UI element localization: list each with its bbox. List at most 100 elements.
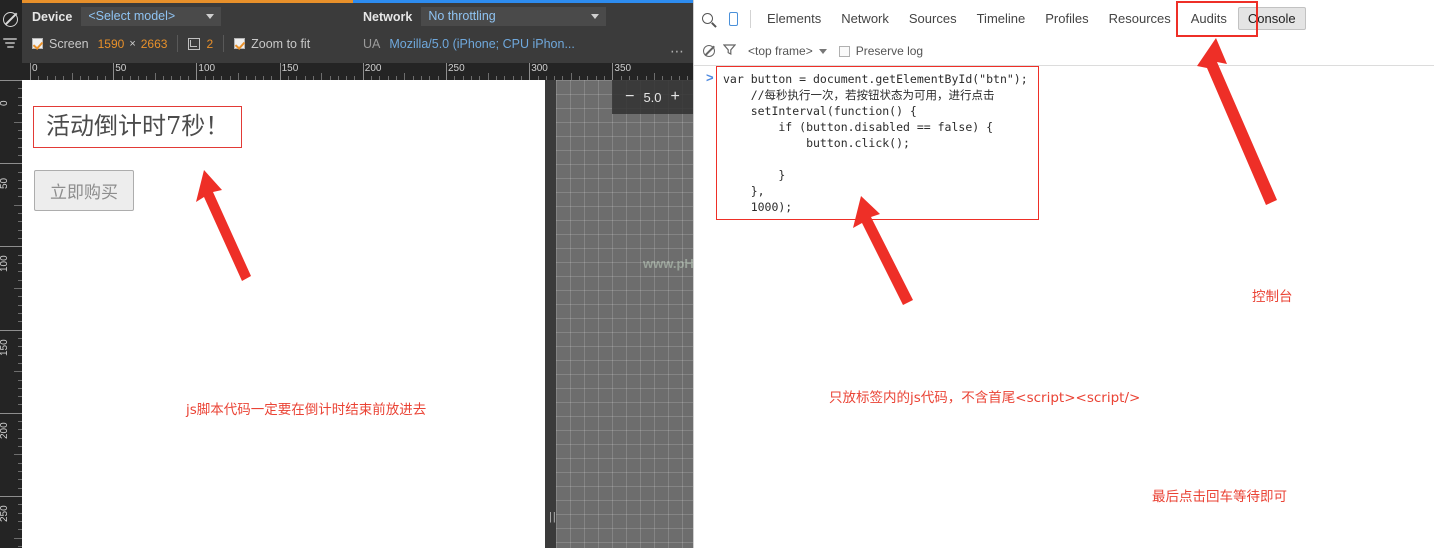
ruler-tick — [0, 80, 22, 81]
ruler-label: 300 — [531, 63, 548, 74]
console-prompt-icon: > — [706, 70, 714, 85]
ruler-tick — [14, 537, 22, 539]
tab-elements[interactable]: Elements — [758, 8, 830, 29]
ruler-tick — [238, 73, 239, 80]
ruler-tick — [0, 246, 22, 248]
ruler-tick — [404, 73, 406, 80]
zoom-to-fit-label: Zoom to fit — [251, 36, 311, 51]
screen-label: Screen — [49, 36, 89, 51]
device-toggle-icon[interactable] — [720, 0, 746, 37]
device-model-value: <Select model> — [88, 9, 176, 23]
ruler-label: 200 — [364, 63, 382, 74]
ruler-label: 250 — [0, 505, 10, 522]
frame-selector[interactable]: <top frame> — [748, 44, 813, 58]
screen-width-input[interactable]: 1590 — [98, 37, 125, 51]
annotation-console-label: 控制台 — [1252, 289, 1293, 305]
ruler-label: 350 — [614, 63, 632, 74]
tab-network[interactable]: Network — [832, 8, 898, 29]
dpr-input[interactable]: 2 — [206, 37, 213, 51]
annotation-code-scope: 只放标签内的js代码，不含首尾<script><script/> — [829, 390, 1141, 406]
divider — [177, 35, 179, 52]
ruler-tick — [71, 73, 73, 80]
tab-sources[interactable]: Sources — [900, 8, 966, 29]
horizontal-ruler: 05010015020025030035040 — [22, 63, 693, 80]
filter-icon[interactable] — [3, 38, 19, 54]
ruler-label: 50 — [0, 178, 10, 190]
ruler-tick — [321, 73, 323, 80]
zoom-in-button[interactable]: + — [671, 89, 680, 105]
block-icon[interactable] — [3, 12, 19, 28]
vertical-ruler: 0 50 100 150 200 250 — [0, 63, 22, 548]
ruler-tick — [0, 329, 22, 331]
ruler-tick — [154, 73, 156, 80]
tab-profiles[interactable]: Profiles — [1036, 8, 1097, 29]
chevron-down-icon — [206, 14, 215, 19]
ruler-label: 0 — [32, 63, 38, 74]
clear-console-icon[interactable] — [703, 45, 715, 57]
ruler-tick — [14, 454, 22, 456]
toolbar-overflow-icon[interactable]: ⋯ — [670, 43, 685, 60]
device-settings-column: Device <Select model> Screen 1590 × 2663… — [22, 0, 353, 63]
ruler-tick — [14, 288, 22, 289]
device-row: Device <Select model> — [22, 3, 353, 30]
screen-times: × — [129, 37, 136, 50]
network-throttling-select[interactable]: No throttling — [421, 7, 607, 26]
ruler-tick — [0, 496, 22, 497]
ua-label: UA — [363, 36, 381, 51]
tab-timeline[interactable]: Timeline — [968, 8, 1035, 29]
preserve-log-label: Preserve log — [855, 44, 924, 58]
chevron-down-icon[interactable] — [818, 48, 827, 54]
console-body[interactable]: > var button = document.getElementById("… — [694, 66, 1434, 548]
tab-console[interactable]: Console — [1237, 7, 1306, 30]
ua-row: UA Mozilla/5.0 (iPhone; CPU iPhon... — [353, 30, 693, 57]
console-input-box[interactable]: var button = document.getElementById("bt… — [716, 66, 1039, 220]
emulation-grid-background — [556, 80, 693, 548]
ruler-tick — [14, 204, 22, 206]
divider — [223, 35, 225, 52]
devtools-tabbar: Elements Network Sources Timeline Profil… — [694, 0, 1434, 38]
filter-icon[interactable] — [722, 43, 737, 59]
ruler-label: 100 — [198, 63, 216, 74]
buy-now-button[interactable]: 立即购买 — [34, 170, 134, 211]
network-row: Network No throttling — [353, 3, 693, 30]
countdown-text: 活动倒计时7秒！ — [33, 106, 243, 149]
ruler-label: 150 — [0, 338, 10, 356]
ruler-label: 0 — [0, 100, 10, 106]
zoom-to-fit-checkbox[interactable] — [234, 38, 246, 49]
screen-checkbox[interactable] — [32, 38, 43, 49]
screen-height-input[interactable]: 2663 — [141, 37, 168, 51]
screen-row: Screen 1590 × 2663 2 Zoom to fit — [22, 30, 353, 57]
search-icon[interactable] — [694, 0, 720, 37]
console-subbar: <top frame> Preserve log — [694, 37, 1434, 66]
zoom-value: 5.0 — [643, 89, 662, 105]
page-viewport: 活动倒计时7秒！ 立即购买 js脚本代码一定要在倒计时结束前放进去 — [22, 80, 545, 548]
device-pixel-ratio-icon — [188, 37, 201, 50]
ruler-tick — [0, 412, 22, 414]
network-label: Network — [363, 9, 413, 24]
tab-audits[interactable]: Audits — [1182, 8, 1236, 29]
tab-resources[interactable]: Resources — [1100, 8, 1180, 29]
zoom-out-button[interactable]: − — [625, 89, 634, 105]
ruler-label: 200 — [0, 422, 10, 439]
device-toolbar: Device <Select model> Screen 1590 × 2663… — [22, 0, 693, 63]
preserve-log-checkbox[interactable] — [838, 45, 850, 57]
zoom-control: − 5.0 + — [612, 80, 693, 114]
ruler-tick — [14, 371, 22, 373]
network-settings-column: Network No throttling UA Mozilla/5.0 (iP… — [353, 0, 693, 63]
device-model-select[interactable]: <Select model> — [81, 7, 222, 26]
annotation-script-timing: js脚本代码一定要在倒计时结束前放进去 — [186, 402, 427, 418]
console-code-text: var button = document.getElementById("bt… — [723, 72, 1028, 214]
watermark: www.pHome.NET — [643, 256, 693, 271]
network-throttling-value: No throttling — [428, 9, 496, 23]
divider — [750, 9, 751, 28]
chevron-down-icon — [591, 14, 600, 19]
ruler-label: 150 — [281, 63, 299, 74]
ruler-tick — [570, 73, 572, 80]
ruler-tick — [0, 163, 22, 165]
ua-value[interactable]: Mozilla/5.0 (iPhone; CPU iPhon... — [389, 37, 575, 51]
devtools-pane: Elements Network Sources Timeline Profil… — [693, 0, 1434, 548]
ruler-tick — [487, 73, 489, 80]
device-emulation-pane: Device <Select model> Screen 1590 × 2663… — [0, 0, 693, 548]
app-root: Device <Select model> Screen 1590 × 2663… — [0, 0, 1434, 548]
ruler-tick — [14, 121, 22, 123]
